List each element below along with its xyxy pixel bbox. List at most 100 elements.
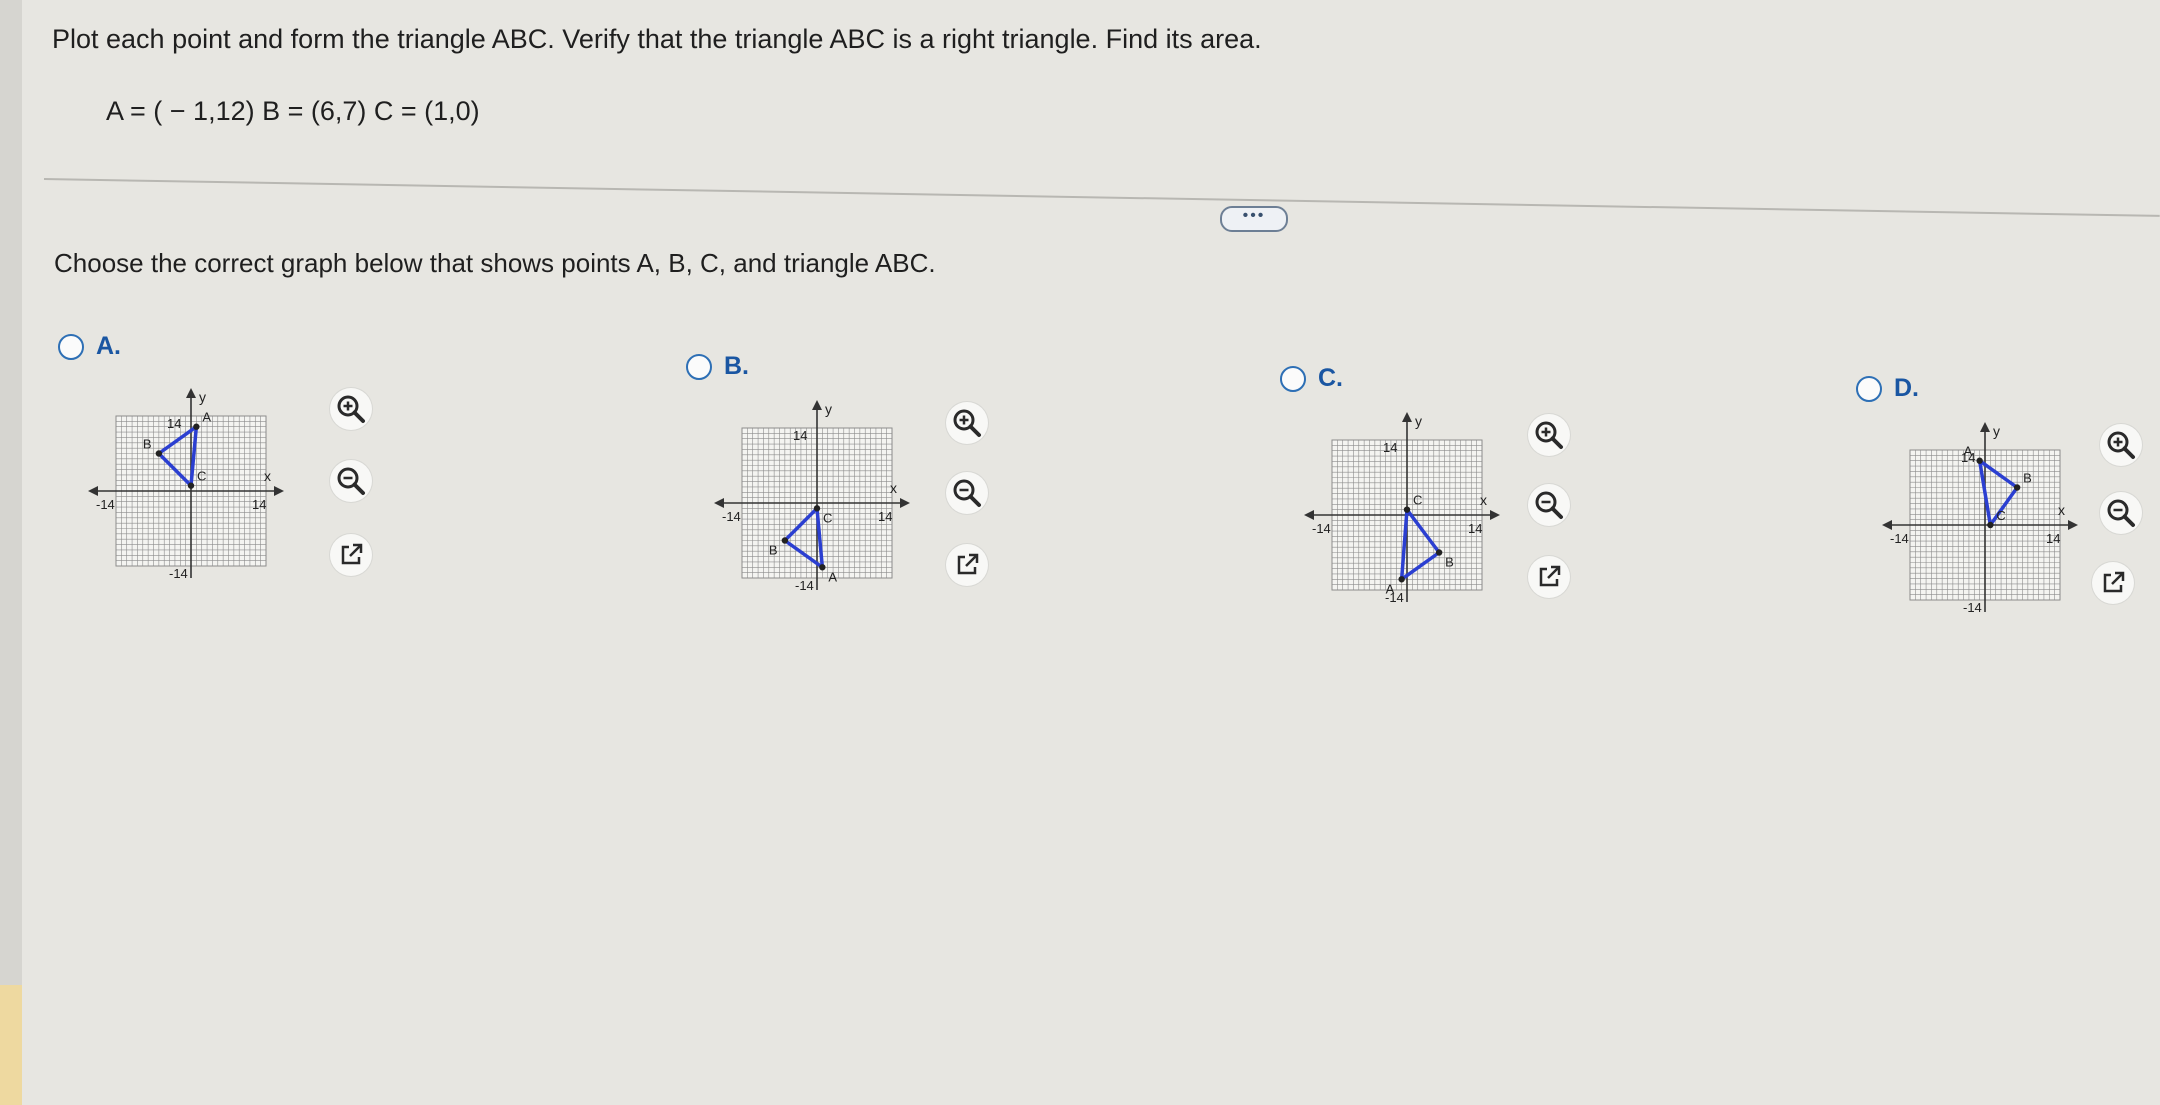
vertex-point-a <box>819 564 826 571</box>
option-c-zoom-out-button[interactable] <box>1528 484 1570 526</box>
vertex-point-c <box>1987 521 1994 529</box>
vertex-point-b <box>155 450 163 457</box>
vertex-label-b: B <box>2023 471 2032 486</box>
option-a-open-new-window-button[interactable] <box>330 534 372 576</box>
x-tick-label-min: -14 <box>1312 521 1331 536</box>
vertex-point-b <box>2013 484 2021 491</box>
open-new-window-icon <box>1539 565 1561 587</box>
x-axis-arrow-left <box>1882 520 1892 530</box>
option-b-zoom-in-button[interactable] <box>946 402 988 444</box>
answer-instruction: Choose the correct graph below that show… <box>54 248 936 278</box>
y-tick-label-max: 14 <box>167 416 181 431</box>
y-axis-label: y <box>199 389 206 405</box>
option-b-radio[interactable] <box>686 353 712 380</box>
vertex-point-c <box>1403 506 1411 513</box>
vertex-label-b: B <box>143 437 152 452</box>
zoom-in-icon <box>953 409 981 437</box>
x-axis-arrow-left <box>1304 510 1314 520</box>
vertex-label-b: B <box>1445 555 1454 570</box>
zoom-in-icon <box>2107 431 2135 459</box>
option-b[interactable]: B. <box>686 352 749 381</box>
y-axis-label: y <box>1415 413 1422 429</box>
option-d-label: D. <box>1894 374 1919 402</box>
option-d-zoom-out-button[interactable] <box>2100 492 2142 534</box>
coordinate-plane: xy14-1414-14ABC <box>1304 412 1500 605</box>
option-b-label: B. <box>724 352 749 380</box>
option-a-radio[interactable] <box>58 333 84 360</box>
zoom-in-icon <box>337 395 365 423</box>
left-edge-highlight <box>0 985 22 1105</box>
y-axis-label: y <box>1993 423 2000 439</box>
x-axis-arrow-right <box>274 486 284 496</box>
option-d[interactable]: D. <box>1856 374 1919 403</box>
x-tick-label-max: 14 <box>252 497 266 512</box>
x-axis-arrow-right <box>900 498 910 508</box>
more-options-button[interactable]: ••• <box>1220 206 1288 232</box>
left-edge-strip <box>0 0 22 1105</box>
vertex-point-b <box>1435 549 1443 556</box>
vertex-label-b: B <box>769 543 778 558</box>
vertex-label-a: A <box>1386 581 1395 596</box>
x-tick-label-max: 14 <box>2046 531 2060 546</box>
vertex-point-a <box>1398 576 1405 583</box>
x-axis-label: x <box>264 468 271 484</box>
y-axis-arrow-up <box>812 400 822 410</box>
zoom-out-icon <box>2107 499 2135 527</box>
option-b-graph[interactable]: x y 14 -14 14 -14 A B C <box>712 398 912 598</box>
question-prompt: Plot each point and form the triangle AB… <box>52 24 1262 54</box>
vertex-label-a: A <box>202 410 211 425</box>
option-a-zoom-out-button[interactable] <box>330 460 372 502</box>
vertex-point-a <box>1976 457 1983 464</box>
option-c-graph[interactable]: x y 14 -14 14 -14 A B C <box>1302 410 1502 610</box>
x-tick-label-min: -14 <box>1890 531 1909 546</box>
y-axis-label: y <box>825 401 832 417</box>
option-d-graph[interactable]: x y 14 -14 14 -14 A B C <box>1880 420 2080 620</box>
option-b-zoom-out-button[interactable] <box>946 472 988 514</box>
option-d-open-new-window-button[interactable] <box>2092 562 2134 604</box>
question-points: A = ( − 1,12) B = (6,7) C = (1,0) <box>106 96 480 126</box>
x-axis-arrow-left <box>714 498 724 508</box>
x-axis-label: x <box>890 480 897 496</box>
option-c[interactable]: C. <box>1280 364 1343 393</box>
x-tick-label-min: -14 <box>722 509 741 524</box>
option-d-radio[interactable] <box>1856 375 1882 402</box>
y-axis-arrow-up <box>186 388 196 398</box>
open-new-window-icon <box>341 543 363 565</box>
y-tick-label-min: -14 <box>169 566 188 581</box>
x-tick-label-max: 14 <box>878 509 892 524</box>
y-tick-label-max: 14 <box>793 428 807 443</box>
x-axis-label: x <box>1480 492 1487 508</box>
option-a-zoom-in-button[interactable] <box>330 388 372 430</box>
zoom-out-icon <box>337 467 365 495</box>
option-d-zoom-in-button[interactable] <box>2100 424 2142 466</box>
vertex-label-c: C <box>1996 508 2005 523</box>
zoom-out-icon <box>1535 491 1563 519</box>
zoom-out-icon <box>953 479 981 507</box>
option-a-label: A. <box>96 332 121 360</box>
option-c-radio[interactable] <box>1280 365 1306 392</box>
vertex-label-c: C <box>1413 493 1422 508</box>
vertex-label-a: A <box>1964 444 1973 459</box>
option-a[interactable]: A. <box>58 332 121 361</box>
y-tick-label-min: -14 <box>1963 600 1982 615</box>
vertex-label-a: A <box>828 569 837 584</box>
vertex-point-c <box>813 505 821 512</box>
vertex-point-c <box>187 482 195 489</box>
vertex-label-c: C <box>823 510 832 525</box>
x-axis-arrow-right <box>2068 520 2078 530</box>
option-c-open-new-window-button[interactable] <box>1528 556 1570 598</box>
y-tick-label-min: -14 <box>795 578 814 593</box>
x-tick-label-min: -14 <box>96 497 115 512</box>
option-c-zoom-in-button[interactable] <box>1528 414 1570 456</box>
option-a-graph[interactable]: x y 14 -14 14 -14 A B C <box>86 386 286 586</box>
vertex-point-b <box>781 537 789 544</box>
open-new-window-icon <box>957 553 979 575</box>
coordinate-plane: x y 14 -14 14 -14 A B C <box>714 400 910 593</box>
x-axis-label: x <box>2058 502 2065 518</box>
y-axis-arrow-up <box>1402 412 1412 422</box>
vertex-label-c: C <box>197 469 206 484</box>
option-b-open-new-window-button[interactable] <box>946 544 988 586</box>
option-c-label: C. <box>1318 364 1343 392</box>
x-axis-arrow-left <box>88 486 98 496</box>
zoom-in-icon <box>1535 421 1563 449</box>
